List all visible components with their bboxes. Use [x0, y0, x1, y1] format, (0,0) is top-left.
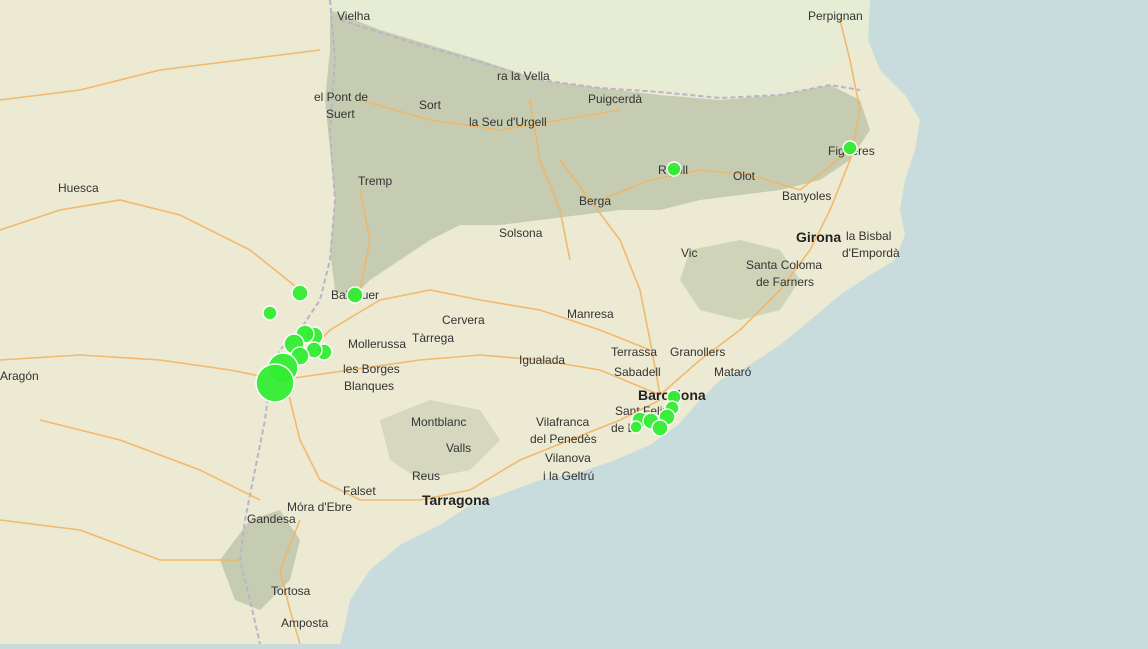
- label-bisbal-2: d'Empordà: [842, 246, 900, 260]
- label-tarragona: Tarragona: [422, 492, 490, 508]
- label-igualada: Igualada: [519, 353, 565, 367]
- label-reus: Reus: [412, 469, 440, 483]
- label-gandesa: Gandesa: [247, 512, 296, 526]
- label-falset: Falset: [343, 484, 376, 498]
- marker-barcelona[interactable]: [629, 420, 643, 434]
- marker-ripoll[interactable]: [666, 161, 682, 177]
- label-santa-coloma-2: de Farners: [756, 275, 814, 289]
- label-solsona: Solsona: [499, 226, 543, 240]
- map-view[interactable]: Vielha Perpignan ra la Vella el Pont de …: [0, 0, 1148, 645]
- label-olot: Olot: [733, 169, 756, 183]
- label-girona: Girona: [796, 229, 841, 245]
- label-mataro: Mataró: [714, 365, 752, 379]
- label-vilafranca-1: Vilafranca: [536, 415, 589, 429]
- label-mollerussa: Mollerussa: [348, 337, 406, 351]
- map-canvas[interactable]: Vielha Perpignan ra la Vella el Pont de …: [0, 0, 1148, 645]
- label-manresa: Manresa: [567, 307, 614, 321]
- label-tarrega: Tàrrega: [412, 331, 454, 345]
- label-perpignan: Perpignan: [808, 9, 863, 23]
- label-huesca: Huesca: [58, 181, 99, 195]
- marker-barcelona[interactable]: [651, 419, 669, 437]
- label-sort: Sort: [419, 98, 442, 112]
- label-vilanova-2: i la Geltrú: [543, 469, 594, 483]
- label-seu-urgell: la Seu d'Urgell: [469, 115, 547, 129]
- marker-balaguer[interactable]: [346, 286, 364, 304]
- label-borges-1: les Borges: [343, 362, 400, 376]
- label-granollers: Granollers: [670, 345, 725, 359]
- label-amposta: Amposta: [281, 616, 329, 630]
- label-vilanova-1: Vilanova: [545, 451, 591, 465]
- label-terrassa: Terrassa: [611, 345, 657, 359]
- label-tremp: Tremp: [358, 174, 393, 188]
- label-andorra: ra la Vella: [497, 69, 550, 83]
- label-sabadell: Sabadell: [614, 365, 661, 379]
- label-borges-2: Blanques: [344, 379, 394, 393]
- label-vic: Vic: [681, 246, 697, 260]
- label-tortosa: Tortosa: [271, 584, 311, 598]
- label-bisbal-1: la Bisbal: [846, 229, 891, 243]
- label-banyoles: Banyoles: [782, 189, 831, 203]
- label-valls: Valls: [446, 441, 471, 455]
- label-mora: Móra d'Ebre: [287, 500, 352, 514]
- label-vilafranca-2: del Penedès: [530, 432, 597, 446]
- label-vielha: Vielha: [337, 9, 370, 23]
- label-berga: Berga: [579, 194, 611, 208]
- marker-lleida-north[interactable]: [291, 284, 309, 302]
- marker-figueres[interactable]: [842, 140, 858, 156]
- label-puigcerda: Puigcerdà: [588, 92, 642, 106]
- marker-lleida-west[interactable]: [262, 305, 278, 321]
- label-montblanc: Montblanc: [411, 415, 466, 429]
- label-aragon: Aragón: [0, 369, 39, 383]
- label-santa-coloma-1: Santa Coloma: [746, 258, 822, 272]
- label-pont-suert-2: Suert: [326, 107, 355, 121]
- label-cervera: Cervera: [442, 313, 485, 327]
- label-pont-suert-1: el Pont de: [314, 90, 368, 104]
- marker-lleida[interactable]: [255, 363, 295, 403]
